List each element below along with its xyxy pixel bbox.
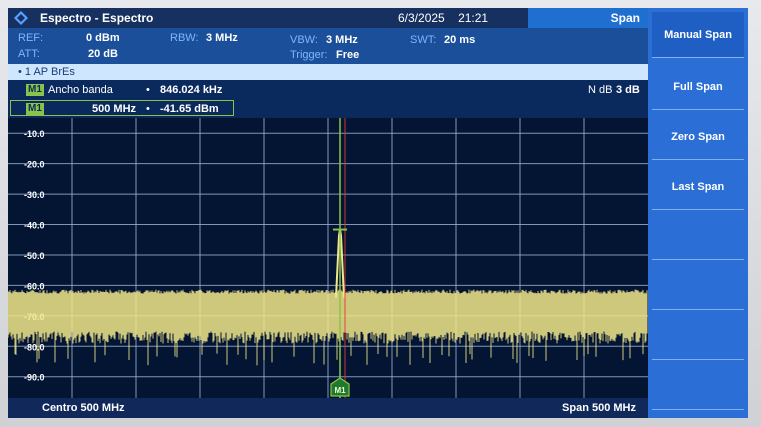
y-tick-label: -30.0 [24,190,45,200]
trace-info: • 1 AP BrEs [8,64,648,80]
softkey-6[interactable] [652,264,744,310]
y-tick-label: -10.0 [24,129,45,139]
bandwidth-bullet: • [146,84,150,96]
spectrum-plot[interactable]: -10.0-20.0-30.0-40.0-50.0-60.0-70.0-80.0… [8,118,648,398]
swt-label: SWT: [410,34,437,46]
y-tick-label: -60.0 [24,281,45,291]
rbw-value: 3 MHz [206,32,238,44]
marker-tag: M1 [26,84,44,96]
mode-title: Span [528,8,648,28]
bandwidth-label: Ancho banda [48,84,113,96]
span-frequency: Span 500 MHz [562,402,636,414]
swt-value: 20 ms [444,34,476,46]
ndb-value: 3 dB [616,84,640,96]
y-tick-label: -90.0 [24,373,45,383]
m1-bullet: • [146,103,150,115]
softkey-manual-span[interactable]: Manual Span [652,12,744,58]
att-label: ATT: [18,48,40,60]
y-tick-label: -50.0 [24,251,45,261]
center-frequency: Centro 500 MHz [42,402,125,414]
softkey-full-span[interactable]: Full Span [652,64,744,110]
softkey-panel: Manual Span Full Span Zero Span Last Spa… [648,8,748,418]
m1-frequency: 500 MHz [92,103,137,115]
softkey-last-span[interactable]: Last Span [652,164,744,210]
bandwidth-value: 846.024 kHz [160,84,223,96]
softkey-7[interactable] [652,314,744,360]
status-bar: Centro 500 MHz Span 500 MHz [8,398,648,418]
m1-level: -41.65 dBm [160,103,219,115]
ndb-label: N dB [588,84,613,96]
softkey-5[interactable] [652,214,744,260]
time: 21:21 [458,11,489,25]
trigger-label: Trigger: [290,49,328,61]
y-tick-label: -40.0 [24,221,45,231]
softkey-zero-span[interactable]: Zero Span [652,114,744,160]
date: 6/3/2025 [398,11,445,25]
y-tick-label: -80.0 [24,342,45,352]
vbw-value: 3 MHz [326,34,358,46]
marker-table[interactable]: M1 Ancho banda • 846.024 kHz N dB 3 dB M… [8,80,648,118]
ref-label: REF: [18,32,44,44]
ref-value: 0 dBm [86,32,120,44]
vbw-label: VBW: [290,34,318,46]
rbw-label: RBW: [170,32,199,44]
y-tick-label: -20.0 [24,160,45,170]
app-title: Espectro - Espectro [40,11,154,25]
rohde-schwarz-logo-icon [14,11,28,25]
spectrum-svg[interactable]: -10.0-20.0-30.0-40.0-50.0-60.0-70.0-80.0… [8,118,648,398]
settings-panel[interactable]: REF: 0 dBm ATT: 20 dB RBW: 3 MHz VBW: 3 … [8,28,648,64]
marker-flag-label: M1 [334,386,346,395]
datetime: 6/3/2025 21:21 [398,11,498,25]
trigger-value: Free [336,49,360,61]
m1-tag: M1 [26,103,44,115]
att-value: 20 dB [88,48,118,60]
analyzer-screen: Espectro - Espectro 6/3/2025 21:21 Span … [8,8,748,418]
softkey-8[interactable] [652,364,744,410]
